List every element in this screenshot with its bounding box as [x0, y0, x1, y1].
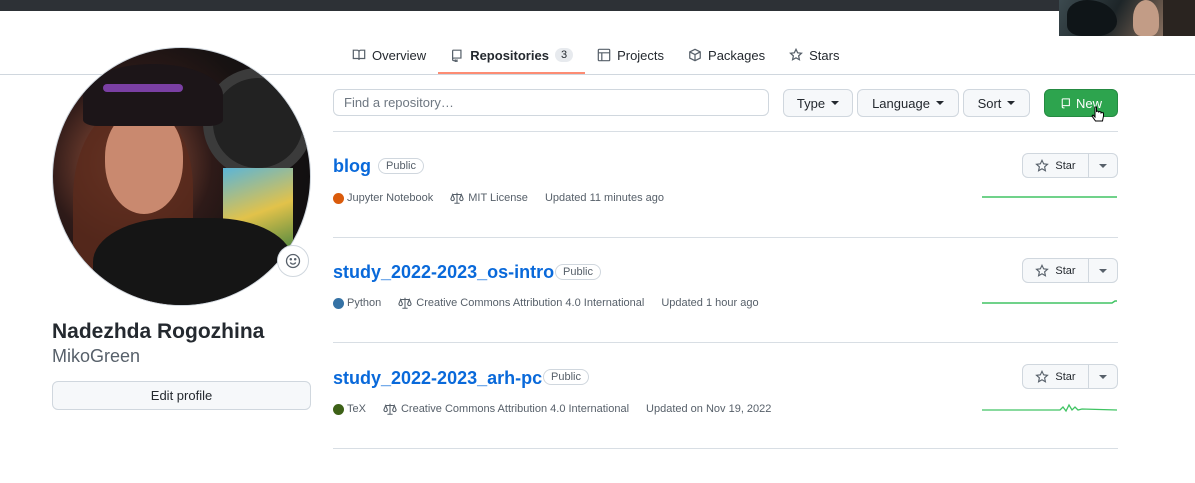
list-divider [333, 448, 1118, 449]
tab-label: Repositories [470, 47, 549, 63]
repo-icon [1061, 98, 1070, 109]
caret-down-icon [1007, 101, 1016, 105]
smiley-icon [285, 253, 301, 269]
table-icon [597, 48, 611, 62]
visibility-badge: Public [543, 369, 589, 385]
star-icon [789, 48, 804, 61]
repo-updated: Updated 1 hour ago [661, 297, 759, 309]
package-icon [689, 48, 701, 62]
visibility-badge: Public [378, 158, 424, 174]
language-color-dot [333, 297, 344, 309]
star-label: Star [1055, 264, 1076, 277]
avatar[interactable] [52, 47, 311, 306]
repo-name-link[interactable]: study_2022-2023_os-intro [333, 262, 554, 283]
profile-username: MikoGreen [52, 346, 141, 366]
activity-sparkline [982, 300, 1117, 304]
list-divider [333, 342, 1118, 343]
language-color-dot [333, 403, 344, 415]
star-label: Star [1055, 159, 1076, 172]
repo-meta: Jupyter Notebook MIT License Updated 11 … [333, 191, 664, 205]
book-icon [352, 49, 366, 60]
star-lists-dropdown[interactable] [1089, 258, 1118, 283]
star-label: Star [1055, 370, 1076, 383]
star-button-group: Star [1022, 153, 1118, 178]
tab-projects[interactable]: Projects [585, 36, 676, 74]
tab-label: Stars [809, 47, 840, 63]
caret-down-icon [935, 101, 944, 105]
tab-repositories[interactable]: Repositories 3 [438, 36, 585, 74]
list-divider [333, 237, 1118, 238]
repo-updated: Updated 11 minutes ago [544, 192, 664, 204]
tab-label: Overview [372, 47, 427, 63]
repo-name-link[interactable]: blog [333, 156, 371, 177]
star-lists-dropdown[interactable] [1089, 364, 1118, 389]
license-info: Creative Commons Attribution 4.0 Interna… [383, 402, 629, 416]
law-icon [450, 192, 464, 204]
webcam-overlay [1059, 0, 1195, 36]
repo-name-link[interactable]: study_2022-2023_arh-pc [333, 368, 542, 389]
tab-overview[interactable]: Overview [340, 36, 438, 74]
profile-tabs: Overview Repositories 3 Projects Package… [340, 36, 851, 74]
repo-updated: Updated on Nov 19, 2022 [646, 403, 772, 415]
star-button[interactable]: Star [1022, 153, 1089, 178]
profile-full-name: Nadezhda Rogozhina [52, 320, 265, 343]
type-filter-button[interactable]: Type [783, 89, 853, 117]
repo-license: Creative Commons Attribution 4.0 Interna… [400, 403, 630, 415]
browser-top-bar [0, 0, 1195, 11]
caret-down-icon [1099, 163, 1107, 168]
repo-language: TeX [347, 403, 366, 415]
caret-down-icon [1099, 268, 1107, 273]
mouse-pointer-icon [1091, 106, 1104, 122]
language-color-dot [333, 192, 344, 204]
sort-button[interactable]: Sort [963, 89, 1030, 117]
repo-language: Python [347, 297, 382, 309]
law-icon [398, 297, 412, 309]
tab-label: Projects [617, 47, 665, 63]
star-button-group: Star [1022, 258, 1118, 283]
star-icon [1035, 369, 1050, 383]
caret-down-icon [1099, 374, 1107, 379]
type-filter-label: Type [796, 95, 826, 111]
edit-profile-button[interactable]: Edit profile [52, 381, 311, 410]
star-icon [1035, 158, 1050, 172]
repo-language: Jupyter Notebook [347, 192, 434, 204]
license-info: Creative Commons Attribution 4.0 Interna… [398, 296, 644, 310]
star-lists-dropdown[interactable] [1089, 153, 1118, 178]
activity-sparkline [982, 403, 1117, 413]
star-icon [1035, 263, 1050, 277]
caret-down-icon [831, 101, 840, 105]
activity-sparkline [982, 196, 1117, 198]
tab-stars[interactable]: Stars [777, 36, 851, 74]
star-button[interactable]: Star [1022, 258, 1089, 283]
star-button[interactable]: Star [1022, 364, 1089, 389]
visibility-badge: Public [555, 264, 601, 280]
repo-license: Creative Commons Attribution 4.0 Interna… [416, 297, 645, 309]
sort-label: Sort [977, 95, 1002, 111]
repo-icon [452, 49, 462, 62]
repo-license: MIT License [468, 192, 528, 204]
set-status-button[interactable] [277, 245, 309, 277]
language-filter-label: Language [872, 95, 930, 111]
tab-packages[interactable]: Packages [676, 36, 777, 74]
list-divider [333, 131, 1118, 132]
repo-meta: Python Creative Commons Attribution 4.0 … [333, 296, 759, 310]
tab-label: Packages [708, 47, 766, 63]
star-button-group: Star [1022, 364, 1118, 389]
repo-meta: TeX Creative Commons Attribution 4.0 Int… [333, 402, 771, 416]
repo-count-badge: 3 [554, 48, 574, 62]
law-icon [383, 403, 397, 415]
language-filter-button[interactable]: Language [857, 89, 959, 117]
find-repository-input[interactable] [333, 89, 769, 116]
new-repository-button[interactable]: New [1044, 89, 1118, 117]
license-info: MIT License [450, 191, 528, 205]
